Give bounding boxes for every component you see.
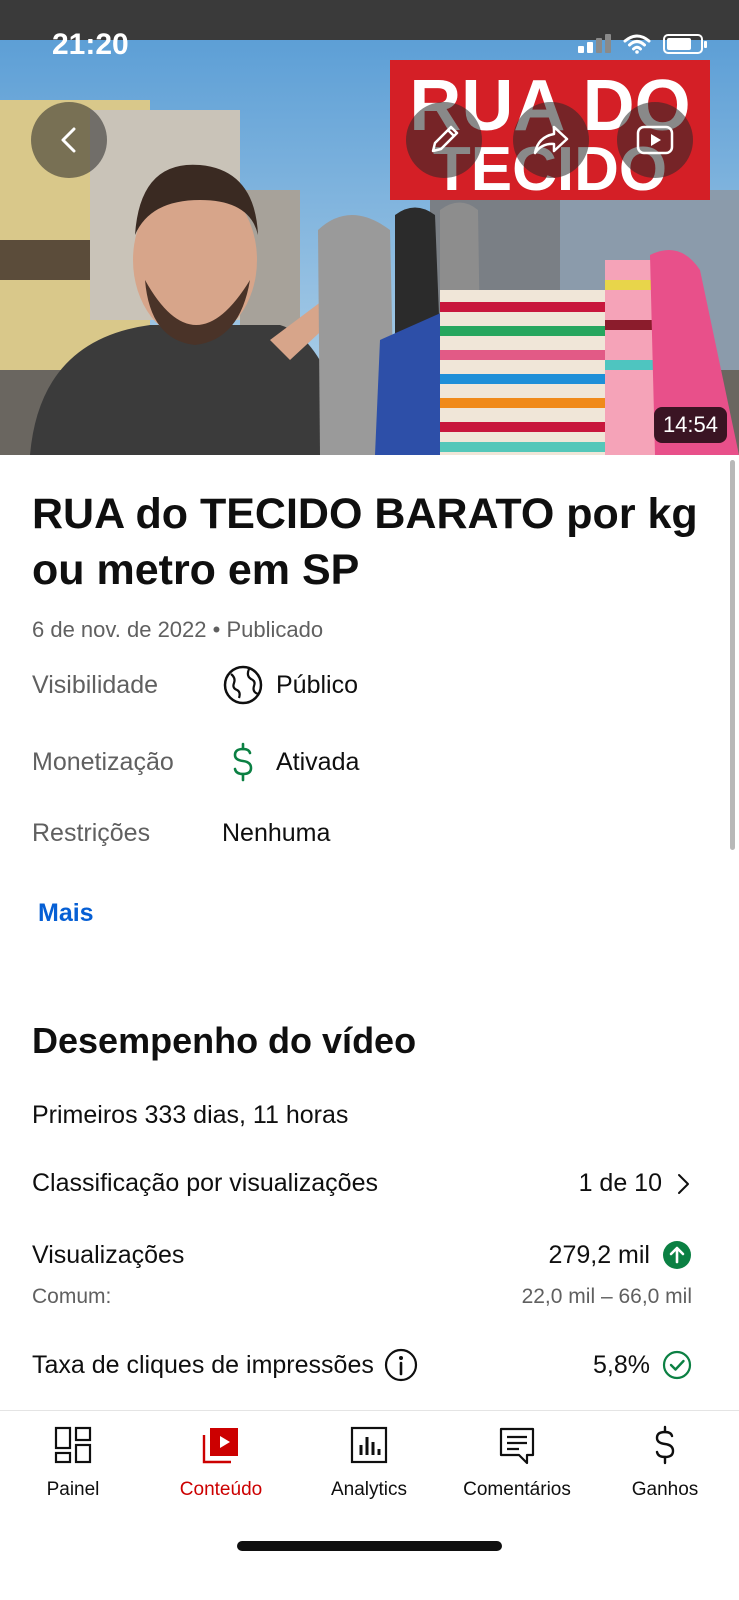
ranking-row[interactable]: Classificação por visualizações 1 de 10 bbox=[32, 1169, 692, 1198]
nav-item-analytics[interactable]: Analytics bbox=[299, 1423, 439, 1501]
status-bar: 21:20 bbox=[0, 0, 739, 61]
restrictions-row[interactable]: Restrições Nenhuma bbox=[32, 810, 712, 856]
video-title: RUA do TECIDO BARATO por kg ou metro em … bbox=[32, 490, 698, 594]
battery-icon bbox=[663, 34, 707, 54]
pencil-icon bbox=[431, 125, 459, 153]
youtube-play-icon bbox=[636, 125, 674, 155]
performance-title: Desempenho do vídeo bbox=[32, 1020, 417, 1061]
earnings-icon bbox=[643, 1423, 687, 1467]
ctr-value: 5,8% bbox=[593, 1350, 650, 1379]
nav-item-painel[interactable]: Painel bbox=[3, 1423, 143, 1501]
ranking-label: Classificação por visualizações bbox=[32, 1169, 378, 1197]
chevron-right-icon bbox=[678, 1173, 689, 1194]
back-button[interactable] bbox=[31, 102, 107, 178]
nav-item-ganhos[interactable]: Ganhos bbox=[595, 1423, 735, 1501]
views-value: 279,2 mil bbox=[548, 1240, 650, 1269]
edit-button[interactable] bbox=[406, 102, 482, 178]
nav-label-analytics: Analytics bbox=[330, 1479, 408, 1500]
visibility-row[interactable]: Visibilidade Público bbox=[32, 662, 712, 708]
nav-item-conteudo[interactable]: Conteúdo bbox=[151, 1423, 291, 1501]
views-typical-row: Comum: 22,0 mil – 66,0 mil bbox=[32, 1285, 692, 1309]
dollar-icon bbox=[222, 739, 276, 785]
share-button[interactable] bbox=[513, 102, 589, 178]
chevron-left-icon bbox=[61, 127, 76, 153]
ctr-label: Taxa de cliques de impressões bbox=[32, 1350, 374, 1379]
video-thumbnail[interactable]: RUA DO TECIDO 14:54 bbox=[0, 40, 739, 455]
status-icons bbox=[578, 34, 707, 54]
nav-label-painel: Painel bbox=[46, 1479, 100, 1500]
typical-label: Comum: bbox=[32, 1285, 112, 1308]
monetization-row[interactable]: Monetização Ativada bbox=[32, 739, 712, 785]
more-button[interactable]: Mais bbox=[38, 899, 94, 928]
visibility-label: Visibilidade bbox=[32, 670, 159, 699]
nav-label-conteudo: Conteúdo bbox=[179, 1479, 263, 1500]
performance-period: Primeiros 333 dias, 11 horas bbox=[32, 1101, 349, 1129]
ctr-row[interactable]: Taxa de cliques de impressões 5,8% bbox=[32, 1348, 692, 1382]
analytics-icon bbox=[347, 1423, 391, 1467]
views-row[interactable]: Visualizações 279,2 mil bbox=[32, 1240, 692, 1270]
status-time: 21:20 bbox=[52, 28, 129, 61]
wifi-icon bbox=[623, 34, 651, 54]
arrow-up-circle-icon bbox=[663, 1241, 691, 1269]
nav-item-comentarios[interactable]: Comentários bbox=[447, 1423, 587, 1501]
info-icon[interactable] bbox=[384, 1348, 418, 1382]
restrictions-value: Nenhuma bbox=[222, 818, 331, 847]
ranking-value: 1 de 10 bbox=[578, 1169, 662, 1197]
video-duration: 14:54 bbox=[653, 407, 727, 443]
video-meta: 6 de nov. de 2022 • Publicado bbox=[32, 617, 324, 642]
typical-range: 22,0 mil – 66,0 mil bbox=[521, 1285, 692, 1308]
share-icon bbox=[533, 125, 569, 155]
monetization-label: Monetização bbox=[32, 747, 174, 776]
monetization-value: Ativada bbox=[276, 747, 360, 776]
check-circle-icon bbox=[662, 1350, 692, 1380]
visibility-value: Público bbox=[276, 670, 358, 699]
views-label: Visualizações bbox=[32, 1240, 185, 1269]
comments-icon bbox=[495, 1423, 539, 1467]
watch-on-youtube-button[interactable] bbox=[617, 102, 693, 178]
signal-icon bbox=[578, 34, 611, 53]
nav-label-ganhos: Ganhos bbox=[631, 1479, 699, 1500]
nav-label-comentarios: Comentários bbox=[463, 1479, 571, 1500]
thumbnail-image: RUA DO TECIDO bbox=[0, 40, 739, 455]
content-icon bbox=[199, 1423, 243, 1467]
bottom-navigation: Painel Conteúdo Analytics Comentários Ga… bbox=[0, 1410, 739, 1600]
scrollbar[interactable] bbox=[730, 460, 735, 850]
dashboard-icon bbox=[51, 1423, 95, 1467]
restrictions-label: Restrições bbox=[32, 818, 151, 847]
globe-icon bbox=[222, 662, 276, 708]
home-indicator[interactable] bbox=[237, 1541, 502, 1551]
